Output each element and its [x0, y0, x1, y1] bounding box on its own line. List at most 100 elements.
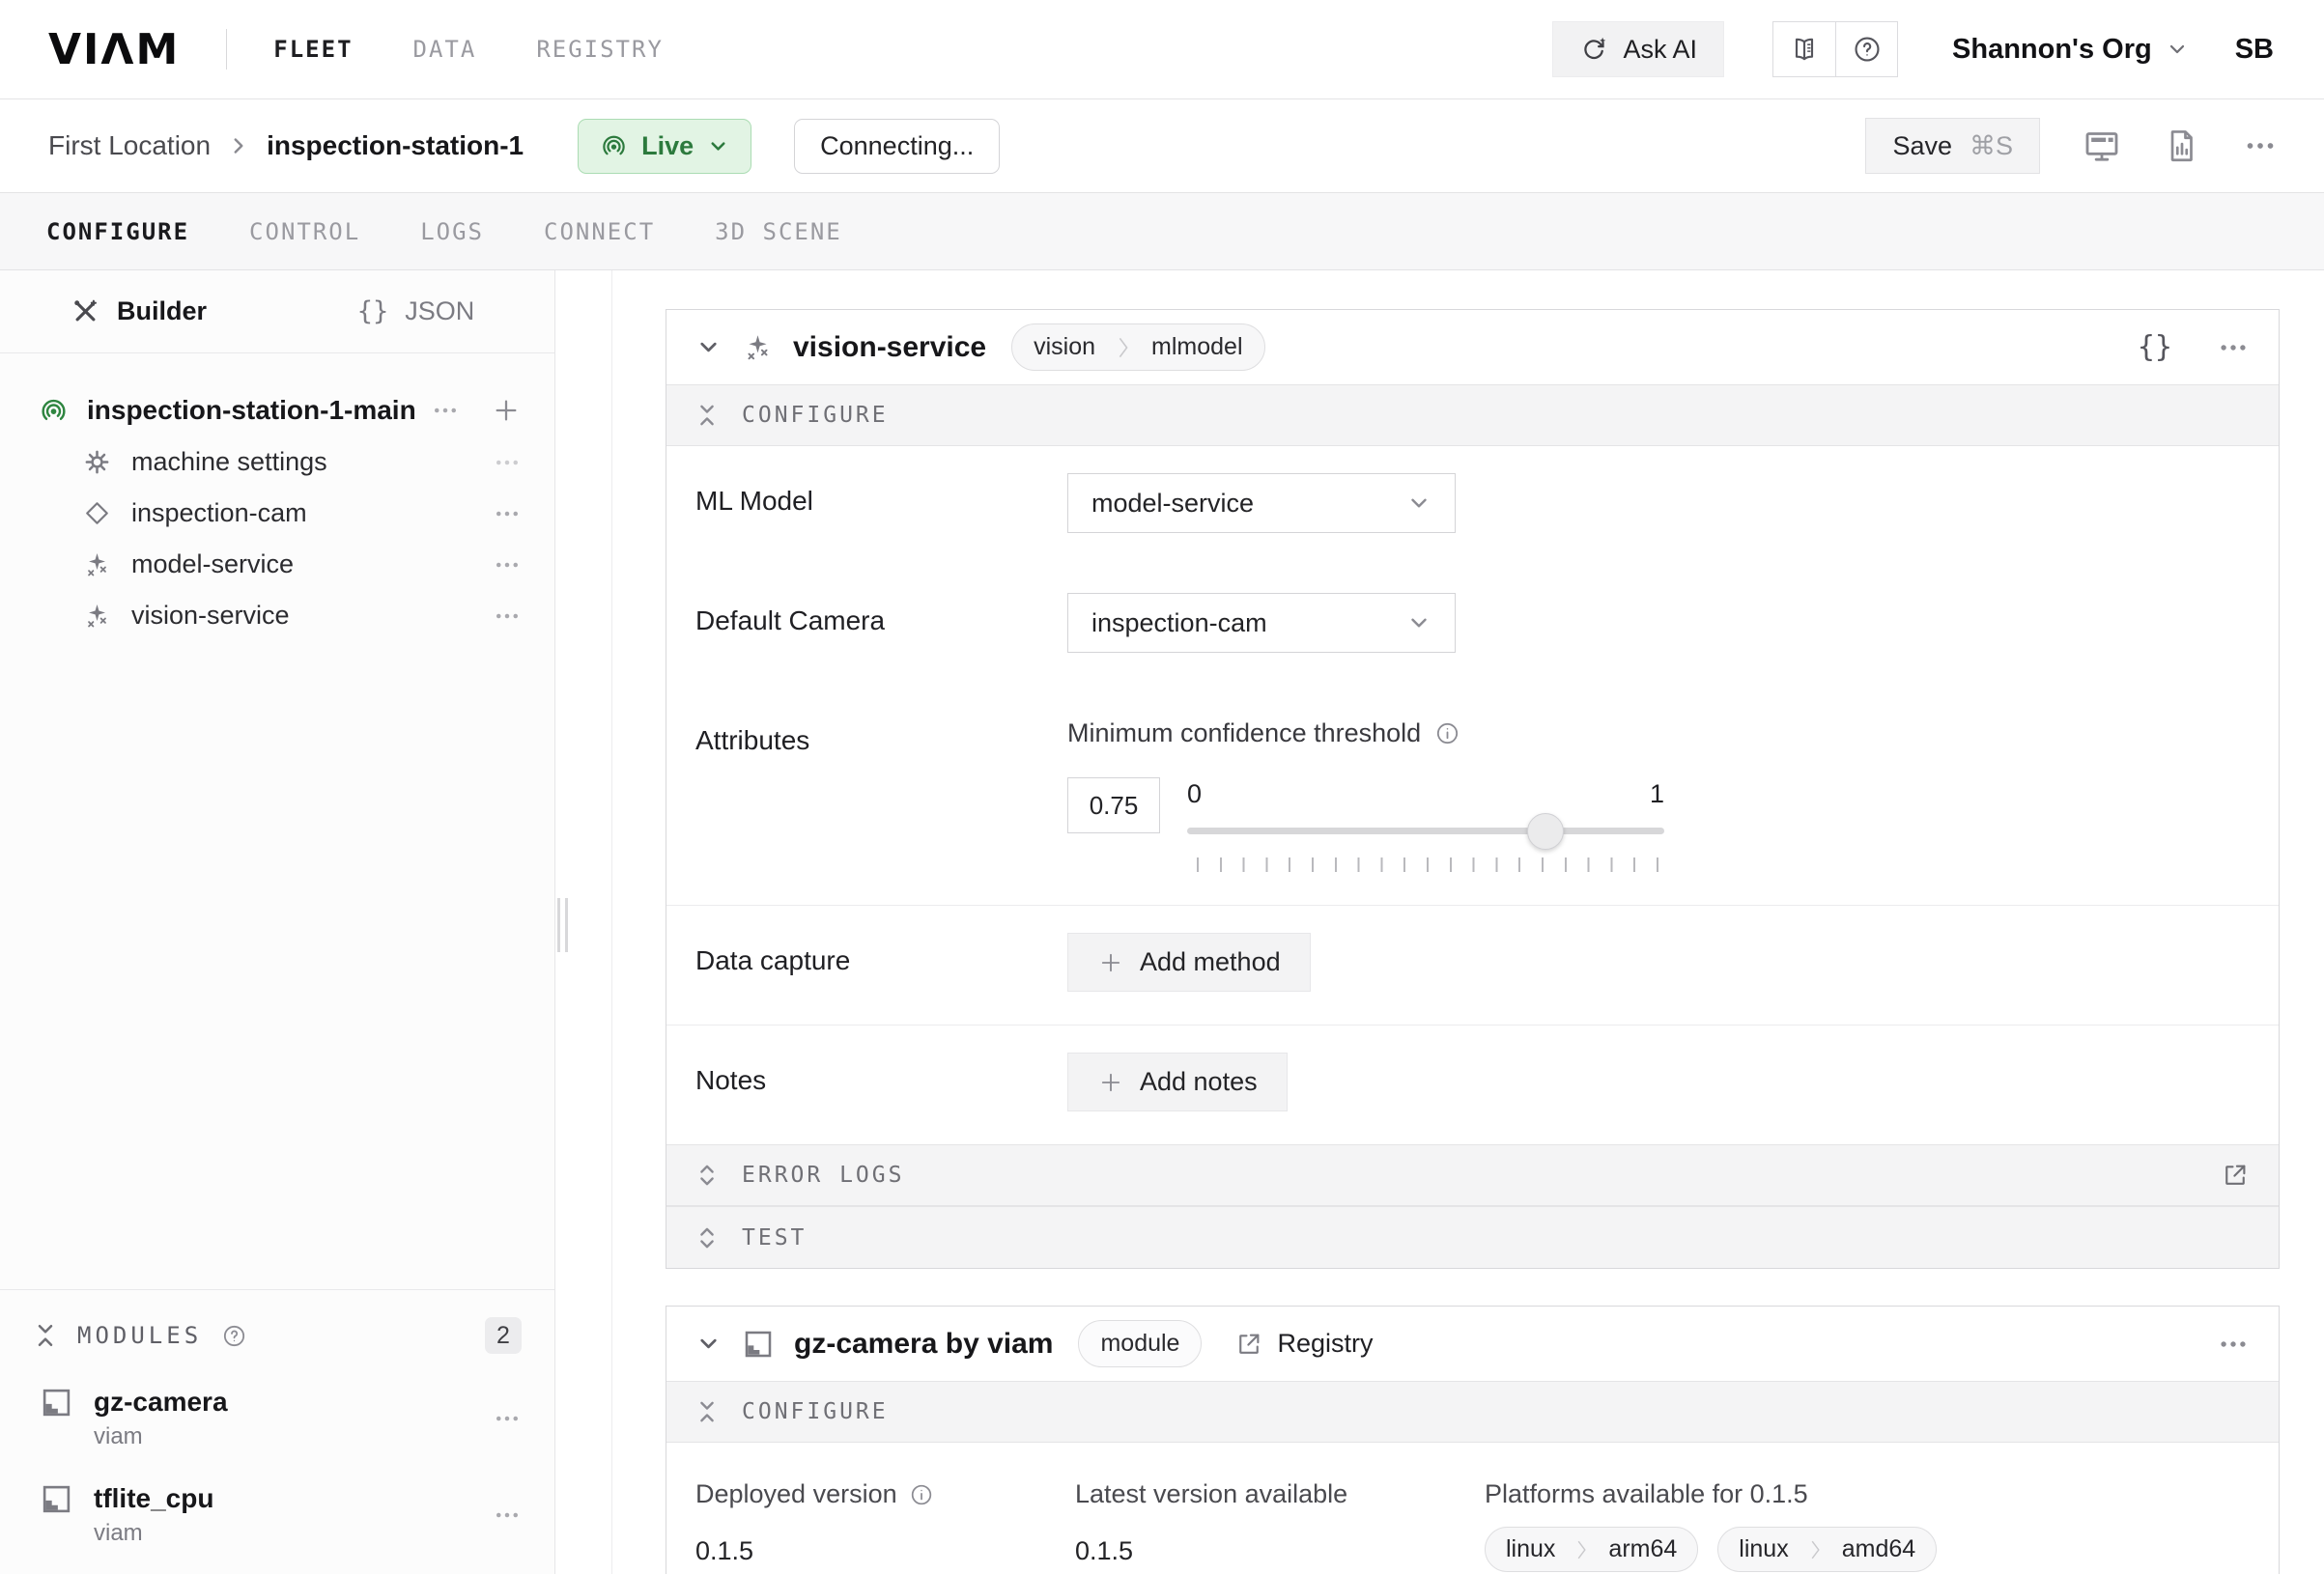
chevron-down-icon [1406, 610, 1431, 635]
save-shortcut: ⌘S [1970, 131, 2013, 161]
platform-pill-linux-amd64: linux amd64 [1717, 1527, 1937, 1572]
chevron-down-icon [2166, 38, 2189, 61]
gz-camera-module-card: gz-camera by viam module Registry [666, 1306, 2280, 1574]
chevron-down-icon [707, 135, 729, 157]
info-icon[interactable] [1434, 720, 1460, 746]
collapse-icon [695, 1398, 719, 1425]
more-options-icon[interactable] [493, 602, 522, 631]
open-logs-external-icon[interactable] [2221, 1161, 2250, 1190]
nav-registry[interactable]: REGISTRY [536, 36, 664, 63]
more-options-icon[interactable] [493, 1501, 522, 1530]
tree-item-model-service[interactable]: model-service [0, 539, 554, 590]
tab-logs[interactable]: LOGS [420, 218, 484, 245]
error-logs-section-bar[interactable]: ERROR LOGS [666, 1144, 2279, 1206]
module-item-tflite-cpu[interactable]: tflite_cpu viam [33, 1483, 522, 1547]
machine-status-dropdown[interactable]: Live [578, 119, 751, 174]
docs-book-icon[interactable] [1773, 22, 1835, 76]
module-item-gz-camera[interactable]: gz-camera viam [33, 1387, 522, 1450]
add-notes-button[interactable]: Add notes [1067, 1053, 1288, 1111]
tab-connect[interactable]: CONNECT [544, 218, 655, 245]
tab-3d-scene[interactable]: 3D SCENE [715, 218, 842, 245]
configure-section-bar[interactable]: CONFIGURE [666, 384, 2279, 446]
sidebar-resize-handle[interactable] [557, 898, 568, 952]
save-button[interactable]: Save ⌘S [1865, 118, 2040, 174]
add-method-button[interactable]: Add method [1067, 933, 1311, 992]
log-document-icon[interactable] [2164, 127, 2200, 164]
connection-status-button[interactable]: Connecting... [794, 119, 1000, 174]
platform-pill-linux-arm64: linux arm64 [1485, 1527, 1698, 1572]
broadcast-icon [600, 132, 628, 160]
tree-item-vision-service[interactable]: vision-service [0, 590, 554, 641]
slider-track[interactable] [1187, 828, 1664, 834]
json-braces-icon[interactable]: {} [2138, 330, 2172, 364]
modules-help-icon[interactable] [221, 1323, 247, 1349]
modules-title: MODULES [77, 1322, 202, 1349]
deployed-version-label: Deployed version [695, 1479, 897, 1509]
collapse-card-icon[interactable] [695, 1331, 722, 1357]
expand-icon [695, 1224, 719, 1251]
more-options-icon[interactable] [493, 1404, 522, 1433]
tab-configure[interactable]: CONFIGURE [46, 218, 189, 245]
nav-fleet[interactable]: FLEET [273, 36, 353, 63]
service-sparkle-icon [83, 602, 111, 630]
plus-icon [1097, 1069, 1124, 1096]
test-section-bar[interactable]: TEST [666, 1206, 2279, 1268]
tools-icon [71, 296, 100, 326]
machine-tabs: CONFIGURE CONTROL LOGS CONNECT 3D SCENE [0, 193, 2324, 270]
tag-chevron-icon [1117, 336, 1130, 359]
default-camera-select[interactable]: inspection-cam [1067, 593, 1456, 653]
tab-control[interactable]: CONTROL [249, 218, 360, 245]
component-tree: inspection-station-1-main machine settin… [0, 353, 554, 641]
json-mode-toggle[interactable]: {} JSON [277, 270, 554, 352]
breadcrumb-location[interactable]: First Location [48, 130, 211, 161]
slider-thumb[interactable] [1527, 813, 1564, 850]
notes-label: Notes [695, 1053, 1067, 1111]
ml-model-select[interactable]: model-service [1067, 473, 1456, 533]
machine-header-bar: First Location inspection-station-1 Live… [0, 99, 2324, 193]
builder-mode-toggle[interactable]: Builder [0, 270, 277, 352]
collapse-icon[interactable] [33, 1321, 58, 1350]
more-options-icon[interactable] [493, 499, 522, 528]
module-tag: module [1078, 1320, 1202, 1367]
more-options-icon[interactable] [2243, 128, 2278, 163]
chevron-down-icon [1406, 491, 1431, 516]
tree-item-machine-settings[interactable]: machine settings [0, 436, 554, 488]
diamond-icon [83, 499, 111, 527]
tag-chevron-icon [1575, 1539, 1588, 1560]
configure-section-bar[interactable]: CONFIGURE [666, 1381, 2279, 1443]
ask-ai-icon [1579, 35, 1608, 64]
tree-item-inspection-cam[interactable]: inspection-cam [0, 488, 554, 539]
more-options-icon[interactable] [2217, 331, 2250, 364]
viam-logo[interactable]: VIΛM [48, 25, 180, 74]
registry-link[interactable]: Registry [1234, 1329, 1373, 1359]
breadcrumb-chevron-icon [228, 133, 249, 158]
sidebar-resize-gutter [555, 270, 612, 1574]
breadcrumb-machine-name: inspection-station-1 [267, 130, 524, 161]
more-options-icon[interactable] [2217, 1328, 2250, 1361]
deployed-version-value: 0.1.5 [695, 1536, 1075, 1566]
collapse-card-icon[interactable] [695, 334, 722, 360]
help-icon[interactable] [1835, 22, 1897, 76]
top-navigation: VIΛM FLEET DATA REGISTRY Ask AI [0, 0, 2324, 99]
threshold-input[interactable]: 0.75 [1067, 777, 1160, 833]
card-title: gz-camera by viam [794, 1328, 1053, 1361]
add-component-icon[interactable] [491, 395, 522, 426]
ask-ai-button[interactable]: Ask AI [1552, 21, 1724, 77]
attributes-row: Attributes Minimum confidence threshold … [666, 686, 2279, 905]
primary-nav: FLEET DATA REGISTRY [273, 36, 664, 63]
tree-item-machine-main[interactable]: inspection-station-1-main [0, 384, 554, 436]
tag-chevron-icon [1809, 1539, 1822, 1560]
user-avatar[interactable]: SB [2235, 34, 2274, 66]
card-title: vision-service [793, 331, 986, 364]
more-options-icon[interactable] [493, 448, 522, 477]
more-options-icon[interactable] [493, 550, 522, 579]
org-switcher[interactable]: Shannon's Org [1952, 34, 2189, 66]
threshold-slider: 0 1 [1187, 777, 1664, 872]
module-version-info: Deployed version 0.1.5 Latest version av… [666, 1443, 2279, 1574]
data-capture-label: Data capture [695, 933, 1067, 992]
info-icon[interactable] [909, 1482, 934, 1507]
nav-data[interactable]: DATA [413, 36, 477, 63]
more-options-icon[interactable] [431, 396, 460, 425]
default-camera-row: Default Camera inspection-cam [666, 566, 2279, 686]
monitor-icon[interactable] [2083, 126, 2121, 165]
